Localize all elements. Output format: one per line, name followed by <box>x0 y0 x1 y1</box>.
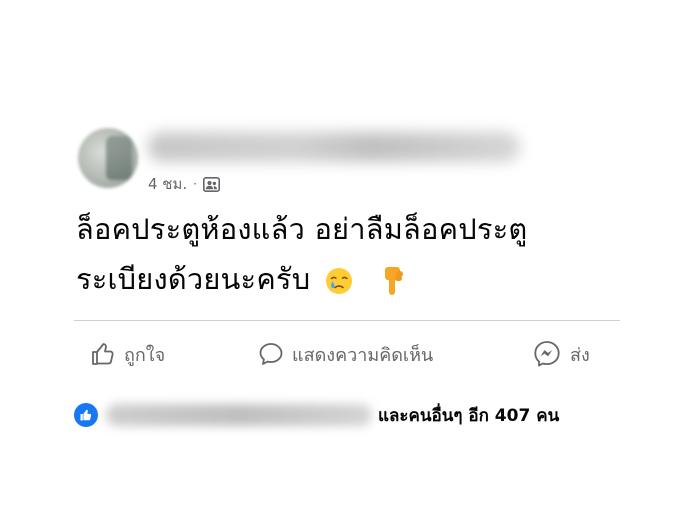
like-icon <box>74 403 98 427</box>
comment-icon <box>259 343 283 365</box>
thumbs-up-icon <box>92 343 114 365</box>
comment-button[interactable]: แสดงความคิดเห็น <box>258 334 433 374</box>
friends-icon <box>202 176 220 192</box>
messenger-icon <box>534 341 560 367</box>
send-button[interactable]: ส่ง <box>532 334 590 374</box>
send-label: ส่ง <box>570 344 590 366</box>
author-name-redacted[interactable] <box>148 132 520 162</box>
post-text-line-2: ระเบียงด้วยนะครับ <box>76 262 311 296</box>
post-timestamp[interactable]: 4 ชม. <box>148 172 187 196</box>
author-avatar[interactable] <box>78 128 138 188</box>
crying-face-emoji <box>325 268 352 294</box>
comment-label: แสดงความคิดเห็น <box>292 344 434 366</box>
post-meta: 4 ชม. · <box>148 172 220 196</box>
reactor-name-redacted[interactable] <box>106 404 372 426</box>
reaction-summary[interactable]: และคนอื่นๆ อีก 407 คน <box>74 400 559 430</box>
post-text-line-2-wrapper: ระเบียงด้วยนะครับ <box>76 254 636 304</box>
meta-separator: · <box>193 177 197 191</box>
like-button[interactable]: ถูกใจ <box>90 334 165 374</box>
post-text-line-1: ล็อคประตูห้องแล้ว อย่าลืมล็อคประตู <box>76 212 528 246</box>
reaction-count-text: และคนอื่นๆ อีก 407 คน <box>378 405 560 426</box>
facebook-post: 4 ชม. · ล็อคประตูห้องแล้ว อย่าลืมล็อคประ… <box>0 0 700 516</box>
pointing-down-emoji <box>385 267 404 295</box>
like-label: ถูกใจ <box>124 344 166 366</box>
action-divider <box>74 320 620 321</box>
post-body: ล็อคประตูห้องแล้ว อย่าลืมล็อคประตู ระเบี… <box>76 204 636 304</box>
post-action-bar: ถูกใจ แสดงความคิดเห็น ส่ง <box>74 334 620 374</box>
